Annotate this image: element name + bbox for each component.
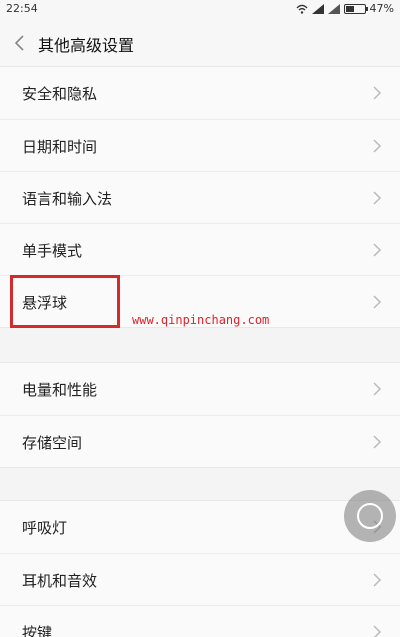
chevron-right-icon [373,139,382,153]
settings-item-security-privacy[interactable]: 安全和隐私 [0,67,400,119]
item-label: 语言和输入法 [22,190,113,208]
chevron-right-icon [373,191,382,205]
battery-percent: 47% [369,2,394,15]
settings-item-battery-performance[interactable]: 电量和性能 [0,363,400,415]
chevron-right-icon [373,295,382,309]
watermark: www.qinpinchang.com [132,313,270,327]
battery-fill [345,5,354,12]
status-bar: 22:54 47% [0,0,400,18]
page-title: 其他高级设置 [38,36,135,55]
header: 其他高级设置 [0,18,400,68]
item-label: 安全和隐私 [22,85,98,103]
status-icons: 47% [296,2,394,15]
item-label: 电量和性能 [22,381,98,399]
chevron-right-icon [373,86,382,100]
chevron-right-icon [373,573,382,587]
chevron-right-icon [373,625,382,637]
status-time: 22:54 [6,2,38,15]
item-label: 存储空间 [22,434,83,452]
wifi-icon [296,4,308,14]
floating-ball-button[interactable] [344,490,396,542]
signal-icon [311,3,324,14]
chevron-right-icon [373,243,382,257]
signal-icon [327,3,340,14]
highlight-box [10,275,120,328]
settings-item-storage[interactable]: 存储空间 [0,415,400,467]
settings-item-one-hand-mode[interactable]: 单手模式 [0,223,400,275]
settings-group-3: 呼吸灯 耳机和音效 按键 [0,500,400,637]
settings-item-buttons[interactable]: 按键 [0,605,400,637]
item-label: 耳机和音效 [22,572,98,590]
chevron-right-icon [373,435,382,449]
circle-icon [357,503,383,529]
settings-item-headphones-audio[interactable]: 耳机和音效 [0,553,400,605]
settings-item-language-input[interactable]: 语言和输入法 [0,171,400,223]
battery-icon [343,3,368,14]
item-label: 单手模式 [22,242,83,260]
battery-cap [365,6,368,11]
settings-item-date-time[interactable]: 日期和时间 [0,119,400,171]
settings-item-notification-light[interactable]: 呼吸灯 [0,501,400,553]
item-label: 日期和时间 [22,138,98,156]
settings-group-2: 电量和性能 存储空间 [0,362,400,468]
back-button[interactable] [10,31,30,55]
chevron-right-icon [373,382,382,396]
item-label: 按键 [22,624,53,637]
item-label: 呼吸灯 [22,519,68,537]
